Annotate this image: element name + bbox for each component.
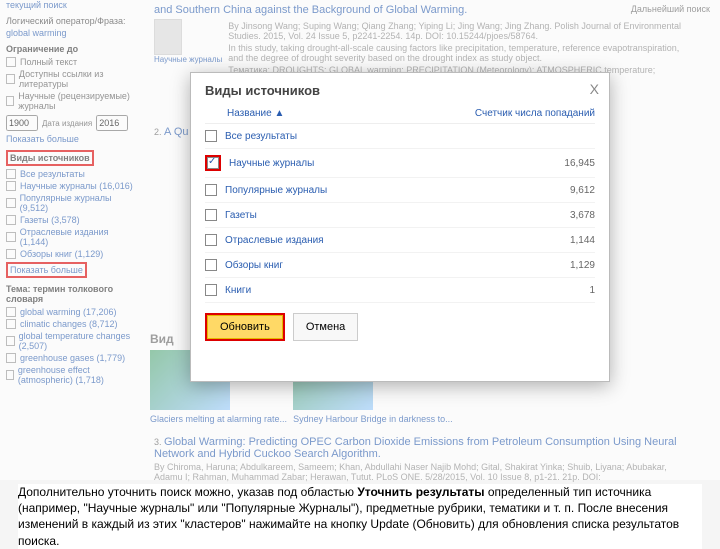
reviewed-label: Научные (рецензируемые) журналы bbox=[18, 91, 136, 111]
current-search-label: текущий поиск bbox=[6, 0, 136, 10]
year-to-input[interactable] bbox=[96, 115, 128, 131]
litrefs-label: Доступны ссылки из литературы bbox=[19, 69, 136, 89]
modal-checkbox[interactable] bbox=[207, 157, 219, 169]
modal-row-count: 1,129 bbox=[570, 260, 595, 271]
sidebar-checkbox[interactable] bbox=[6, 215, 16, 225]
sidebar: текущий поиск Логический оператор/Фраза:… bbox=[6, 0, 136, 387]
modal-row-label[interactable]: Газеты bbox=[225, 210, 257, 221]
modal-row-label[interactable]: Книги bbox=[225, 285, 251, 296]
operator-label: Логический оператор/Фраза: bbox=[6, 16, 136, 26]
thes-checkbox[interactable] bbox=[6, 353, 16, 363]
thes-checkbox[interactable] bbox=[6, 319, 16, 329]
thes-item-label[interactable]: greenhouse effect (atmospheric) (1,718) bbox=[18, 365, 136, 385]
modal-checkbox[interactable] bbox=[205, 284, 217, 296]
modal-row-count: 16,945 bbox=[564, 158, 595, 169]
thesaurus-header: Тема: термин толкового словаря bbox=[6, 284, 136, 304]
checkbox-litrefs[interactable] bbox=[6, 74, 15, 84]
fulltext-label: Полный текст bbox=[20, 57, 77, 67]
checkbox-fulltext[interactable] bbox=[6, 57, 16, 67]
modal-row-count: 3,678 bbox=[570, 210, 595, 221]
sidebar-item-label[interactable]: Научные журналы (16,016) bbox=[20, 181, 133, 191]
thes-item-label[interactable]: climatic changes (8,712) bbox=[20, 319, 118, 329]
modal-checkbox[interactable] bbox=[205, 209, 217, 221]
modal-checkbox[interactable] bbox=[205, 130, 217, 142]
modal-row-count: 1,144 bbox=[570, 235, 595, 246]
thes-checkbox[interactable] bbox=[6, 336, 15, 346]
year-from-input[interactable] bbox=[6, 115, 38, 131]
sidebar-checkbox[interactable] bbox=[6, 232, 16, 242]
sidebar-item-label[interactable]: Обзоры книг (1,129) bbox=[20, 249, 103, 259]
video-cap-2: Sydney Harbour Bridge in darkness to... bbox=[293, 414, 453, 424]
result-3-num: 3. bbox=[154, 437, 162, 447]
query-value[interactable]: global warming bbox=[6, 28, 136, 38]
sidebar-checkbox[interactable] bbox=[6, 169, 16, 179]
col-name[interactable]: Название ▲ bbox=[227, 108, 284, 119]
further-search-link[interactable]: Дальнейший поиск bbox=[631, 4, 710, 14]
thes-checkbox[interactable] bbox=[6, 370, 14, 380]
col-count[interactable]: Счетчик числа попаданий bbox=[475, 108, 595, 119]
show-more-2[interactable]: Показать больше bbox=[6, 262, 87, 278]
thes-item-label[interactable]: greenhouse gases (1,779) bbox=[20, 353, 125, 363]
source-types-header[interactable]: Виды источников bbox=[6, 150, 94, 166]
modal-row-label[interactable]: Отраслевые издания bbox=[225, 235, 324, 246]
modal-checkbox[interactable] bbox=[205, 184, 217, 196]
modal-row-count: 9,612 bbox=[570, 185, 595, 196]
update-button[interactable]: Обновить bbox=[207, 315, 283, 339]
result-1-authors: By Jinsong Wang; Suping Wang; Qiang Zhan… bbox=[228, 21, 686, 41]
result-2-num: 2. bbox=[154, 127, 162, 137]
cancel-button[interactable]: Отмена bbox=[293, 313, 358, 341]
sidebar-checkbox[interactable] bbox=[6, 181, 16, 191]
sidebar-item-label[interactable]: Газеты (3,578) bbox=[20, 215, 80, 225]
result-3-title[interactable]: Global Warming: Predicting OPEC Carbon D… bbox=[154, 436, 677, 460]
sidebar-checkbox[interactable] bbox=[6, 249, 16, 259]
close-icon[interactable]: X bbox=[590, 81, 599, 97]
sidebar-item-label[interactable]: Популярные журналы (9,512) bbox=[20, 193, 136, 213]
modal-checkbox[interactable] bbox=[205, 234, 217, 246]
show-more-1[interactable]: Показать больше bbox=[6, 134, 136, 144]
result-1-title[interactable]: and Southern China against the Backgroun… bbox=[154, 4, 686, 16]
result-1-abstract: In this study, taking drought-all-scale … bbox=[228, 43, 686, 63]
modal-row-label[interactable]: Популярные журналы bbox=[225, 185, 327, 196]
thes-item-label[interactable]: global temperature changes (2,507) bbox=[19, 331, 136, 351]
modal-title: Виды источников bbox=[191, 73, 609, 104]
sidebar-item-label[interactable]: Отраслевые издания (1,144) bbox=[20, 227, 136, 247]
result-1-srclabel: Научные журналы bbox=[154, 55, 222, 64]
sidebar-item-label[interactable]: Все результаты bbox=[20, 169, 85, 179]
thes-item-label[interactable]: global warming (17,206) bbox=[20, 307, 117, 317]
year-label: Дата издания bbox=[42, 119, 92, 128]
thes-checkbox[interactable] bbox=[6, 307, 16, 317]
modal-checkbox[interactable] bbox=[205, 259, 217, 271]
modal-row-count: 1 bbox=[589, 285, 595, 296]
source-types-modal: X Виды источников Название ▲ Счетчик чис… bbox=[190, 72, 610, 382]
limit-header: Ограничение до bbox=[6, 44, 136, 54]
caption-text: Дополнительно уточнить поиск можно, указ… bbox=[18, 484, 702, 549]
modal-row-label[interactable]: Научные журналы bbox=[229, 158, 314, 169]
checkbox-reviewed[interactable] bbox=[6, 96, 14, 106]
modal-row-label[interactable]: Все результаты bbox=[225, 131, 297, 142]
video-cap-1: Glaciers melting at alarming rate... bbox=[150, 414, 287, 424]
modal-row-label[interactable]: Обзоры книг bbox=[225, 260, 283, 271]
doc-thumb-icon bbox=[154, 19, 182, 55]
result-3-authors: By Chiroma, Haruna; Abdulkareem, Sameem;… bbox=[154, 462, 686, 482]
sidebar-checkbox[interactable] bbox=[6, 198, 16, 208]
